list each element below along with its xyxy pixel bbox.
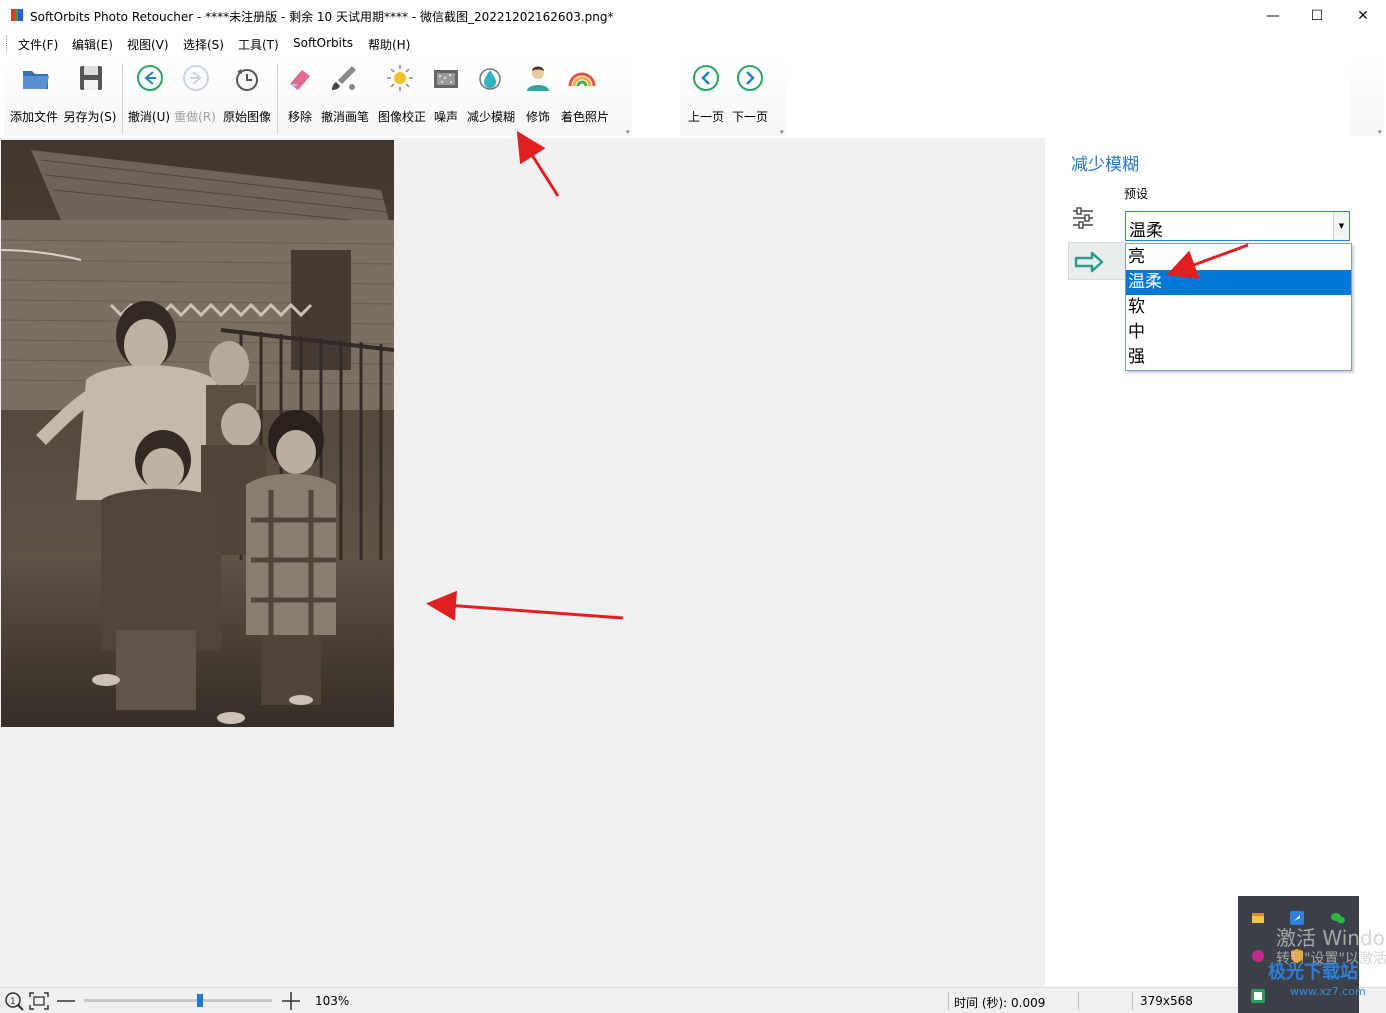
sun-icon xyxy=(387,65,413,91)
site-watermark-logo: 极光下载站 xyxy=(1268,962,1358,983)
spreadsheet-icon[interactable] xyxy=(1250,988,1266,1004)
panel-title: 减少模糊 xyxy=(1071,155,1139,175)
window-title: SoftOrbits Photo Retoucher - ****未注册版 - … xyxy=(30,10,614,24)
rainbow-icon xyxy=(568,72,596,87)
toolbar: 添加文件 另存为(S) 撤消(U) 重做(R) 原始图像 移除 撤消画笔 图像校… xyxy=(0,58,1386,138)
arrow-right-circle-icon xyxy=(183,65,209,91)
toolbar-overflow-chevron-icon[interactable]: ▾ xyxy=(626,128,630,136)
arrow-right-icon xyxy=(1074,251,1104,273)
colorize-button[interactable]: 着色照片 xyxy=(560,60,610,134)
zoom-level: 103% xyxy=(315,994,350,1008)
toolbar-navigation-group: 上一页 下一页 ▾ xyxy=(680,60,786,136)
toolbar-main-group: 添加文件 另存为(S) 撤消(U) 重做(R) 原始图像 移除 撤消画笔 图像校… xyxy=(4,60,632,136)
preset-option-medium[interactable]: 中 xyxy=(1126,320,1351,345)
minimize-button[interactable]: — xyxy=(1250,0,1296,31)
zoom-in-icon[interactable] xyxy=(280,991,302,1011)
toolbar-overflow-chevron-icon[interactable]: ▾ xyxy=(1378,128,1382,136)
status-bar: 1 103% 时间 (秒): 0.009 379x568 xyxy=(0,987,1386,1013)
toolbar-overflow-chevron-icon[interactable]: ▾ xyxy=(780,128,784,136)
chevron-left-circle-icon xyxy=(693,65,719,91)
app-window: SoftOrbits Photo Retoucher - ****未注册版 - … xyxy=(0,0,1386,1013)
zoom-fit-icon[interactable]: 1 xyxy=(3,991,25,1011)
arrow-left-circle-icon xyxy=(137,65,163,91)
preset-option-soft[interactable]: 软 xyxy=(1126,295,1351,320)
preset-option-strong[interactable]: 强 xyxy=(1126,345,1351,370)
history-clock-icon xyxy=(236,69,258,91)
zoom-out-icon[interactable] xyxy=(55,991,77,1011)
preset-option-bright[interactable]: 亮 xyxy=(1126,245,1351,270)
menu-softorbits[interactable]: SoftOrbits xyxy=(293,36,353,50)
svg-text:1: 1 xyxy=(10,997,16,1007)
folder-icon xyxy=(23,71,49,89)
menu-select[interactable]: 选择(S) xyxy=(183,36,224,53)
zoom-slider[interactable] xyxy=(84,994,272,1007)
zoom-slider-thumb[interactable] xyxy=(197,994,203,1007)
chevron-right-circle-icon xyxy=(737,65,763,91)
colorize-label: 着色照片 xyxy=(560,110,609,124)
menu-grip xyxy=(6,35,8,52)
next-page-label: 下一页 xyxy=(731,110,768,124)
status-divider xyxy=(1078,992,1079,1010)
preset-dropdown-list: 亮 温柔 软 中 强 xyxy=(1125,243,1352,371)
chevron-down-icon[interactable]: ▼ xyxy=(1333,212,1349,240)
app-tray-icon[interactable] xyxy=(1250,948,1266,964)
window-icon[interactable] xyxy=(1250,910,1266,926)
person-icon xyxy=(527,66,549,91)
preset-option-gentle[interactable]: 温柔 xyxy=(1126,270,1351,295)
close-button[interactable]: ✕ xyxy=(1340,0,1386,31)
fit-to-window-icon[interactable] xyxy=(28,991,50,1011)
processing-time: 时间 (秒): 0.009 xyxy=(954,996,1046,1010)
activation-watermark: 激活 Windo xyxy=(1276,926,1385,950)
site-watermark-url: www.xz7.com xyxy=(1290,985,1366,998)
zoom-slider-track xyxy=(84,999,272,1002)
app-logo-icon xyxy=(11,9,23,21)
image-dimensions: 379x568 xyxy=(1140,994,1193,1008)
preset-select-value: 温柔 xyxy=(1129,221,1163,241)
sliders-icon[interactable] xyxy=(1071,206,1095,230)
save-icon xyxy=(80,66,102,90)
image-canvas[interactable] xyxy=(0,138,1045,987)
next-page-button[interactable]: 下一页 xyxy=(728,60,776,134)
menu-help[interactable]: 帮助(H) xyxy=(368,36,410,53)
menu-view[interactable]: 视图(V) xyxy=(127,36,169,53)
menu-edit[interactable]: 编辑(E) xyxy=(72,36,113,53)
menu-bar: 文件(F) 编辑(E) 视图(V) 选择(S) 工具(T) SoftOrbits… xyxy=(0,31,1386,56)
toolbar-empty-group: ▾ xyxy=(1350,60,1384,136)
title-bar: SoftOrbits Photo Retoucher - ****未注册版 - … xyxy=(0,0,1386,31)
menu-file[interactable]: 文件(F) xyxy=(18,36,58,53)
menu-tools[interactable]: 工具(T) xyxy=(238,36,279,53)
maximize-button[interactable]: ☐ xyxy=(1294,0,1340,31)
preset-label: 预设 xyxy=(1124,187,1149,201)
status-divider xyxy=(1132,992,1133,1010)
eraser-icon xyxy=(290,70,310,90)
droplet-icon xyxy=(479,68,501,90)
status-divider xyxy=(948,992,949,1010)
preset-select[interactable]: 温柔 ▼ xyxy=(1125,211,1350,241)
apply-button[interactable] xyxy=(1068,242,1126,280)
photo-image xyxy=(1,140,394,727)
brush-icon xyxy=(332,66,356,90)
noise-icon xyxy=(434,70,458,88)
settings-panel: 减少模糊 预设 温柔 ▼ 亮 温柔 软 中 强 xyxy=(1045,138,1386,987)
